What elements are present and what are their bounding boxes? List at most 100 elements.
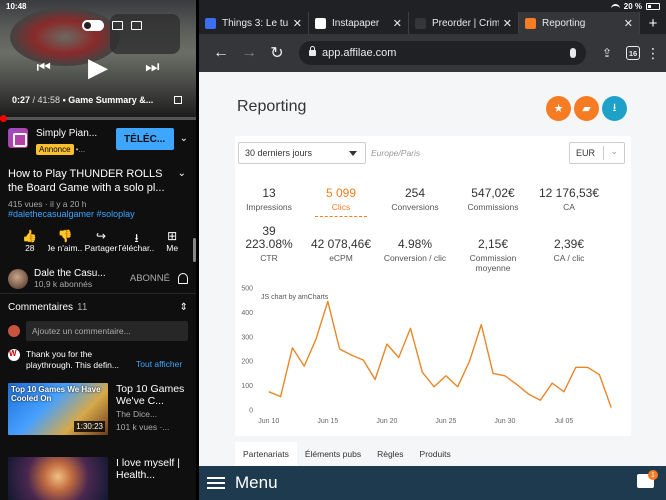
- clicks-line-chart[interactable]: JS chart by amCharts 0 100 200 300 400 500 Jun…: [235, 282, 631, 430]
- url-text[interactable]: app.affilae.com: [322, 47, 570, 59]
- comments-section[interactable]: Commentaires 11 ⇕ Ajoutez un commentaire.…: [0, 296, 196, 377]
- chapter-label[interactable]: • Game Summary &...: [63, 95, 154, 105]
- video-player[interactable]: ⏮ ▶ ⏭ 0:27 / 41:58 • Game Summary &...: [0, 0, 196, 118]
- new-tab-icon[interactable]: +: [640, 12, 666, 34]
- tab-things[interactable]: Things 3: Le tu ✕: [199, 12, 309, 34]
- cast-icon[interactable]: [112, 21, 123, 30]
- stat-row2-item[interactable]: 4.98% Conversion / clic: [379, 237, 451, 263]
- recommended-video[interactable]: I love myself | Health...: [8, 457, 196, 500]
- close-icon[interactable]: ✕: [293, 17, 302, 30]
- add-comment-input[interactable]: Ajoutez un commentaire...: [26, 321, 188, 341]
- stat-value: 13: [262, 186, 276, 200]
- tab-elements-pubs[interactable]: Éléments pubs: [297, 442, 369, 466]
- expand-description-icon[interactable]: ⌄: [178, 168, 186, 179]
- time-total: / 41:58: [32, 95, 61, 105]
- video-progress-bar[interactable]: [0, 115, 196, 122]
- captions-icon[interactable]: [131, 21, 142, 30]
- stat-commissions[interactable]: 547,02€ Commissions: [457, 186, 529, 212]
- stat-row2-item[interactable]: 42 078,46€ eCPM: [305, 237, 377, 263]
- bell-icon[interactable]: [178, 273, 188, 284]
- ad-download-button[interactable]: TÉLÉC...: [115, 128, 174, 150]
- tab-partenariats[interactable]: Partenariats: [235, 442, 297, 466]
- stat-value: 4.98%: [397, 237, 433, 251]
- fullscreen-icon[interactable]: [174, 96, 182, 104]
- video-action-button[interactable]: ↪ Partager: [83, 229, 119, 253]
- folder-icon[interactable]: ▰: [574, 96, 599, 121]
- video-progress-knob[interactable]: [0, 115, 8, 122]
- video-thumbnail[interactable]: Top 10 Games We Have Cooled On 1:30:23: [8, 383, 108, 435]
- video-meta: 415 vues · il y a 20 h: [8, 199, 87, 209]
- video-action-button[interactable]: ⊞ Me: [154, 229, 190, 253]
- page-title: Reporting: [237, 98, 307, 115]
- previous-icon[interactable]: ⏮: [37, 59, 51, 77]
- ad-banner[interactable]: Simply Pian... Annonce •... TÉLÉC... ⌄: [0, 122, 196, 156]
- chevron-down-icon[interactable]: ⌄: [180, 133, 188, 144]
- download-icon[interactable]: ⭳: [602, 96, 627, 121]
- tab-instapaper[interactable]: Instapaper ✕: [309, 12, 409, 34]
- video-action-button[interactable]: 👎 Je n'aim...: [48, 229, 84, 253]
- hamburger-icon[interactable]: [207, 477, 225, 489]
- video-thumbnail[interactable]: [8, 457, 108, 500]
- close-icon[interactable]: ✕: [624, 17, 633, 30]
- stat-label: Clics: [331, 202, 351, 212]
- tab-label: Instapaper: [332, 17, 380, 29]
- close-icon[interactable]: ✕: [393, 17, 402, 30]
- stat-row2-item[interactable]: 2,39€ CA / clic: [533, 237, 605, 263]
- more-menu-icon[interactable]: ⋮: [646, 45, 660, 62]
- time-current: 0:27: [12, 95, 31, 105]
- stat-clics[interactable]: 5 099 Clics: [305, 186, 377, 212]
- tab-preorder[interactable]: Preorder | Crim ✕: [409, 12, 519, 34]
- share-icon[interactable]: ⇪: [594, 46, 620, 60]
- stat-row2-item[interactable]: 2,15€ Commission moyenne: [457, 237, 529, 273]
- clicks-series-line[interactable]: [268, 300, 612, 408]
- video-hashtags[interactable]: #dalethecasualgamer #soloplay: [8, 209, 135, 219]
- channel-row[interactable]: Dale the Casu... 10,9 k abonnés ABONNÉ: [0, 264, 196, 294]
- period-select[interactable]: 30 derniers jours: [238, 142, 366, 164]
- thumbnail-caption: Top 10 Games We Have Cooled On: [11, 385, 101, 403]
- stat-ca[interactable]: 12 176,53€ CA: [533, 186, 605, 212]
- chevron-down-icon: ⌄: [610, 146, 618, 156]
- status-time: 10:48: [6, 2, 27, 11]
- stat-row2-item[interactable]: 39: [233, 224, 305, 238]
- video-action-button[interactable]: 👍 28: [12, 229, 48, 253]
- video-action-button[interactable]: ⭳Téléchar...: [119, 229, 155, 253]
- subscribed-button[interactable]: ABONNÉ: [130, 273, 170, 284]
- video-title[interactable]: How to Play THUNDER ROLLS the Board Game…: [8, 167, 178, 195]
- microphone-icon[interactable]: [570, 48, 576, 58]
- close-icon[interactable]: ✕: [503, 17, 512, 30]
- tab-reporting[interactable]: Reporting ✕: [519, 12, 640, 34]
- autoplay-toggle[interactable]: [82, 20, 104, 31]
- channel-subscribers: 10,9 k abonnés: [34, 279, 93, 289]
- split-drag-handle[interactable]: [193, 238, 196, 262]
- browser-toolbar: ← → ↻ app.affilae.com ⇪ 16 ⋮: [199, 34, 666, 72]
- forward-arrow-icon[interactable]: →: [235, 44, 263, 62]
- ad-dots: •...: [75, 145, 86, 154]
- address-bar[interactable]: app.affilae.com: [299, 41, 586, 65]
- chart-credit[interactable]: JS chart by amCharts: [261, 294, 329, 301]
- next-icon[interactable]: ⏭: [145, 59, 159, 77]
- currency-select[interactable]: EUR ⌄: [569, 142, 625, 164]
- menu-label[interactable]: Menu: [235, 473, 278, 493]
- stat-impressions[interactable]: 13 Impressions: [233, 186, 305, 212]
- play-icon[interactable]: ▶: [88, 52, 108, 83]
- action-icon: ⭳: [134, 231, 139, 245]
- tab-regles[interactable]: Règles: [369, 442, 411, 466]
- stat-conversions[interactable]: 254 Conversions: [379, 186, 451, 212]
- tab-produits[interactable]: Produits: [412, 442, 459, 466]
- show-all-comments-link[interactable]: Tout afficher: [136, 359, 182, 369]
- recommended-video[interactable]: Top 10 Games We Have Cooled On 1:30:23 T…: [8, 383, 196, 435]
- back-arrow-icon[interactable]: ←: [207, 44, 235, 62]
- star-icon[interactable]: ★: [546, 96, 571, 121]
- youtube-pane: ⏮ ▶ ⏭ 0:27 / 41:58 • Game Summary &... 1…: [0, 0, 196, 500]
- channel-avatar[interactable]: [8, 268, 28, 289]
- tab-favicon: [525, 17, 536, 29]
- reload-icon[interactable]: ↻: [263, 43, 291, 63]
- stat-row2-item[interactable]: 223.08% CTR: [233, 237, 305, 263]
- expand-comments-icon[interactable]: ⇕: [180, 302, 188, 313]
- y-tick-label: 200: [241, 359, 253, 366]
- action-label: 28: [25, 243, 35, 253]
- channel-name[interactable]: Dale the Casu...: [34, 268, 130, 279]
- lock-icon: [309, 46, 316, 56]
- stat-label: Conversion / clic: [383, 253, 447, 263]
- tab-count-button[interactable]: 16: [626, 46, 640, 60]
